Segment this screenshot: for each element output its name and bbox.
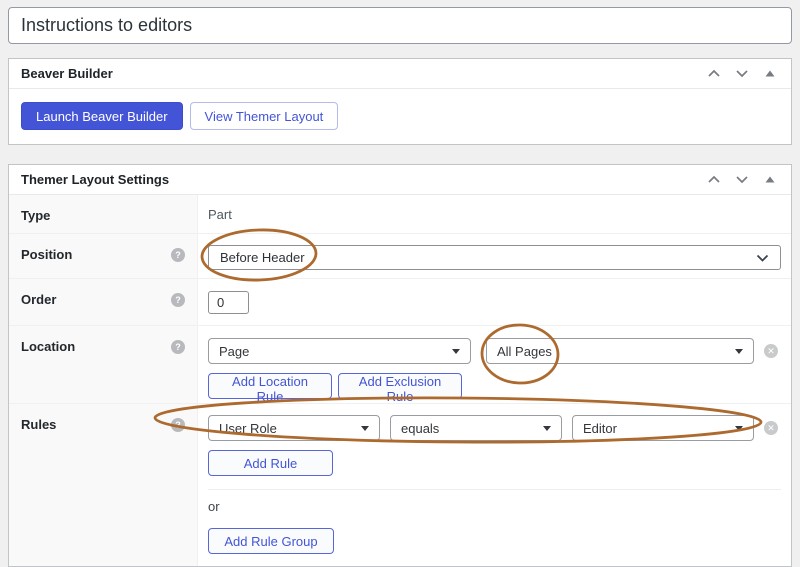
themer-layout-settings-metabox: Themer Layout Settings Type [8,164,792,567]
rule-value-select-value: Editor [583,421,617,436]
move-up-icon[interactable] [705,65,723,83]
position-label-cell: Position ? [9,234,198,278]
help-icon[interactable]: ? [171,418,185,432]
edit-page: Beaver Builder Launch Beaver Builder Vie… [0,0,800,567]
caret-down-icon [735,426,743,431]
location-label-cell: Location ? [9,326,198,403]
metabox-handle-actions [705,171,779,189]
row-rules: Rules ? User Role equals [9,403,791,566]
location-type-select[interactable]: Page [208,338,471,364]
location-label: Location [21,339,75,354]
remove-location-rule-icon[interactable]: ✕ [764,344,778,358]
rule-subject-select-value: User Role [219,421,277,436]
add-location-rule-button[interactable]: Add Location Rule [208,373,332,399]
caret-down-icon [361,426,369,431]
themer-settings-metabox-header: Themer Layout Settings [9,165,791,195]
rule-operator-select-value: equals [401,421,439,436]
type-label-cell: Type [9,195,198,233]
caret-down-icon [452,349,460,354]
beaver-builder-metabox: Beaver Builder Launch Beaver Builder Vie… [8,58,792,145]
view-themer-layout-button[interactable]: View Themer Layout [190,102,339,130]
rule-operator-select[interactable]: equals [390,415,562,441]
chevron-down-icon [756,254,769,262]
rules-divider [208,489,781,490]
rules-label: Rules [21,417,56,432]
order-value-cell [198,279,791,325]
position-select-value: Before Header [220,250,305,265]
order-label-cell: Order ? [9,279,198,325]
help-icon[interactable]: ? [171,293,185,307]
metabox-title: Themer Layout Settings [21,172,169,187]
move-down-icon[interactable] [733,65,751,83]
launch-beaver-builder-button[interactable]: Launch Beaver Builder [21,102,183,130]
post-title-input[interactable] [8,7,792,44]
position-select[interactable]: Before Header [208,245,781,270]
type-value-cell: Part [198,195,791,233]
metabox-handle-actions [705,65,779,83]
beaver-builder-metabox-body: Launch Beaver Builder View Themer Layout [9,89,791,144]
add-rule-group-button[interactable]: Add Rule Group [208,528,334,554]
location-type-select-value: Page [219,344,249,359]
order-label: Order [21,292,56,307]
position-value-cell: Before Header [198,234,791,278]
caret-down-icon [543,426,551,431]
location-value-cell: Page All Pages ✕ Add Location Rule Add E… [198,326,791,403]
type-value: Part [208,207,232,222]
add-rule-button[interactable]: Add Rule [208,450,333,476]
rules-value-cell: User Role equals Editor ✕ [198,404,791,566]
rules-label-cell: Rules ? [9,404,198,566]
rule-value-select[interactable]: Editor [572,415,754,441]
remove-rule-icon[interactable]: ✕ [764,421,778,435]
order-input[interactable] [208,291,249,314]
collapse-toggle-icon[interactable] [761,65,779,83]
help-icon[interactable]: ? [171,340,185,354]
help-icon[interactable]: ? [171,248,185,262]
settings-form-table: Type Part Position ? Before Header [9,195,791,566]
metabox-title: Beaver Builder [21,66,113,81]
add-exclusion-rule-button[interactable]: Add Exclusion Rule [338,373,462,399]
position-label: Position [21,247,72,262]
location-scope-select[interactable]: All Pages [486,338,754,364]
beaver-builder-metabox-header: Beaver Builder [9,59,791,89]
collapse-toggle-icon[interactable] [761,171,779,189]
type-label: Type [21,208,50,223]
move-up-icon[interactable] [705,171,723,189]
caret-down-icon [735,349,743,354]
rule-subject-select[interactable]: User Role [208,415,380,441]
row-position: Position ? Before Header [9,233,791,278]
row-order: Order ? [9,278,791,325]
move-down-icon[interactable] [733,171,751,189]
rules-or-text: or [208,499,781,514]
row-location: Location ? Page All Pages ✕ [9,325,791,403]
location-scope-select-value: All Pages [497,344,552,359]
row-type: Type Part [9,195,791,233]
